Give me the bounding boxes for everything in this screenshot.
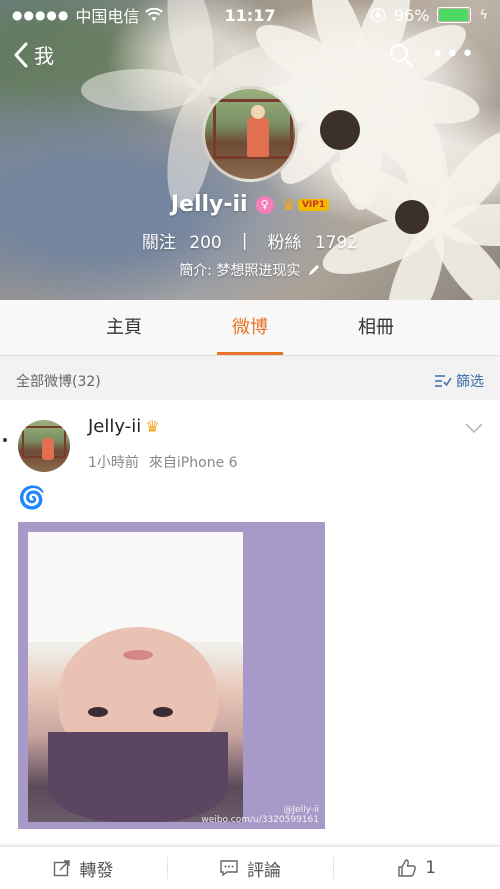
filter-icon: [435, 375, 452, 387]
search-icon[interactable]: [388, 42, 414, 68]
filter-button[interactable]: 篩选: [434, 371, 484, 391]
watermark-user: @Jelly-ii: [283, 805, 319, 815]
comment-label: 評論: [247, 860, 281, 881]
profile-name: Jelly-ii: [170, 192, 248, 217]
tab-album[interactable]: 相冊: [343, 300, 409, 355]
edit-pencil-icon: [308, 265, 319, 275]
thumbs-up-icon: [398, 859, 417, 877]
watermark-url: weibo.com/u/3320599161: [201, 815, 319, 825]
post-meta: 1小時前 來自iPhone 6: [88, 452, 238, 472]
vip-badge[interactable]: ♛ VIP1: [282, 195, 330, 214]
charging-icon: ϟ: [479, 7, 488, 23]
status-bar: ●●●●● 中国电信 11:17 96% ϟ: [0, 0, 500, 30]
like-button[interactable]: 1: [333, 847, 500, 889]
tab-home[interactable]: 主頁: [91, 300, 157, 355]
profile-bio[interactable]: 簡介: 梦想照进现实: [0, 260, 500, 280]
wifi-icon: [145, 8, 164, 21]
more-icon[interactable]: •••: [431, 44, 476, 66]
like-count: 1: [425, 858, 437, 878]
post-actions: 轉發 評論 1: [0, 846, 500, 889]
clock: 11:17: [224, 5, 276, 25]
followers-count: 1792: [314, 233, 359, 253]
profile-avatar[interactable]: [202, 86, 298, 182]
post-time: 1小時前: [88, 455, 139, 471]
back-button[interactable]: 我: [14, 40, 54, 69]
following-label: 關注: [141, 233, 176, 253]
battery-icon: [437, 7, 472, 23]
feed-post[interactable]: Jelly-ii ♛ 1小時前 來自iPhone 6 🌀 @Jelly-ii w…: [0, 400, 500, 844]
feed-filter-bar: 全部微博(32) 篩选: [0, 364, 500, 398]
vip-label: VIP1: [297, 198, 330, 211]
tab-weibo[interactable]: 微博: [217, 300, 283, 355]
post-author-avatar[interactable]: [18, 420, 70, 472]
image-watermark: @Jelly-ii weibo.com/u/3320599161: [201, 805, 319, 825]
chevron-down-icon[interactable]: [464, 422, 484, 434]
post-source: 來自iPhone 6: [148, 455, 238, 471]
following-count: 200: [189, 233, 222, 253]
orientation-lock-icon: [370, 7, 386, 23]
comment-button[interactable]: 評論: [166, 847, 334, 889]
crown-icon: ♛: [281, 195, 296, 214]
battery-percent: 96%: [393, 5, 430, 25]
followers-label: 粉絲: [267, 233, 302, 253]
stats-separator: |: [241, 230, 248, 251]
back-label: 我: [34, 44, 54, 68]
bio-text: 簡介: 梦想照进现实: [179, 263, 301, 279]
nav-bar: 我 •••: [0, 38, 500, 74]
repost-label: 轉發: [79, 860, 114, 881]
repost-icon: [54, 860, 71, 877]
crown-icon: ♛: [145, 417, 160, 436]
carrier-name: 中国电信: [75, 7, 140, 26]
chevron-left-icon: [14, 42, 28, 67]
following-stat[interactable]: 關注 200: [142, 228, 222, 253]
feed-count-title: 全部微博(32): [16, 374, 101, 390]
profile-stats: 關注 200 | 粉絲 1792: [0, 228, 500, 254]
profile-tabs: 主頁 微博 相冊: [0, 300, 500, 356]
profile-header: ●●●●● 中国电信 11:17 96% ϟ 我 ••• Jelly-ii ♀ …: [0, 0, 500, 300]
post-image[interactable]: @Jelly-ii weibo.com/u/3320599161: [18, 522, 325, 829]
post-author-name: Jelly-ii: [88, 416, 142, 437]
signal-icon: ●●●●●: [12, 8, 70, 22]
unread-dot: [3, 438, 7, 442]
post-text: 🌀: [18, 486, 46, 511]
filter-label: 篩选: [456, 374, 484, 390]
profile-name-row: Jelly-ii ♀ ♛ VIP1: [0, 192, 500, 217]
repost-button[interactable]: 轉發: [0, 847, 167, 889]
followers-stat[interactable]: 粉絲 1792: [267, 228, 358, 253]
comment-icon: [220, 860, 238, 877]
female-icon: ♀: [255, 195, 274, 214]
post-author-row[interactable]: Jelly-ii ♛: [88, 416, 160, 437]
